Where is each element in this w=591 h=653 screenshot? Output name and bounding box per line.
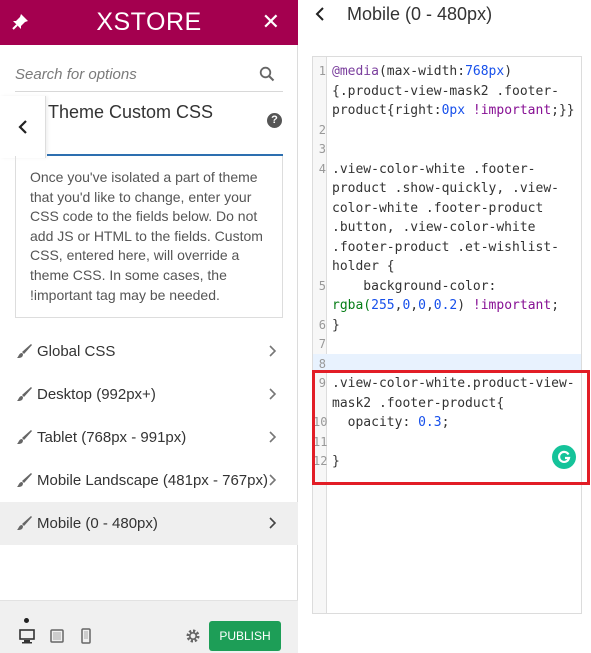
code-token: 768px	[465, 64, 505, 79]
back-button[interactable]	[0, 96, 46, 158]
nav-item-label: Tablet (768px - 991px)	[37, 429, 187, 446]
code-line: product{right:0px !important;}}	[332, 101, 575, 121]
mobile-preview-icon[interactable]	[78, 628, 94, 644]
chevron-right-icon	[269, 345, 277, 357]
code-line: @media(max-width:768px)	[332, 62, 512, 82]
nav-item-desktop[interactable]: Desktop (992px+)	[0, 373, 298, 416]
code-token: 255	[371, 298, 395, 313]
grammarly-icon[interactable]	[552, 445, 576, 469]
code-token: )	[457, 298, 473, 313]
code-line: color-white .footer-product	[332, 200, 544, 216]
publish-button[interactable]: PUBLISH	[209, 621, 281, 651]
code-token: 0px	[441, 103, 466, 118]
code-line: .button, .view-color-white	[332, 220, 536, 235]
code-token: ;	[551, 298, 560, 313]
line-number: 6	[318, 317, 326, 332]
help-icon[interactable]: ?	[267, 113, 282, 128]
gear-icon[interactable]	[185, 628, 201, 644]
chevron-right-icon	[269, 388, 277, 400]
code-token: rgba(	[332, 298, 372, 313]
tablet-preview-icon[interactable]	[49, 628, 65, 644]
section-title: Theme Custom CSS	[48, 102, 214, 122]
brand-logo: XSTORE	[96, 8, 202, 36]
code-line: .view-color-white .footer-	[332, 161, 536, 177]
code-token: ;}}	[551, 103, 575, 118]
nav-item-label: Mobile (0 - 480px)	[37, 515, 158, 532]
code-line: product .show-quickly, .view-	[332, 181, 559, 196]
code-line: .footer-product .et-wishlist-	[332, 239, 559, 255]
chevron-right-icon	[269, 474, 277, 486]
customizer-footer: PUBLISH	[0, 600, 298, 653]
annotation-highlight-box	[312, 370, 590, 485]
close-icon[interactable]: ✕	[262, 9, 280, 35]
code-line: background-color:	[332, 278, 497, 294]
chevron-right-icon	[269, 431, 277, 443]
brush-icon	[17, 387, 32, 401]
line-number: 3	[318, 142, 326, 156]
brush-icon	[17, 344, 32, 358]
chevron-left-icon	[17, 120, 27, 134]
code-token: product{right:	[332, 103, 442, 118]
search-box	[15, 56, 283, 92]
brand-header: XSTORE ✕	[0, 0, 298, 45]
line-number: 4	[318, 161, 326, 176]
line-number: 5	[318, 278, 326, 293]
nav-item-mobile-landscape[interactable]: Mobile Landscape (481px - 767px)	[0, 459, 298, 502]
nav-item-label: Desktop (992px+)	[37, 386, 156, 403]
active-device-indicator	[24, 618, 29, 623]
chevron-right-icon	[269, 517, 277, 529]
brush-icon	[17, 473, 32, 487]
section-description: Once you've isolated a part of theme tha…	[15, 156, 283, 318]
desktop-preview-icon[interactable]	[19, 628, 35, 644]
chevron-left-icon[interactable]	[313, 6, 327, 22]
css-breakpoint-nav: Global CSS Desktop (992px+) Tablet (768p…	[0, 330, 298, 545]
code-token: )	[504, 64, 513, 79]
css-code-editor[interactable]: 1 2 3 4 5 6 7 8 9 10 11 12 @media(max-wi…	[312, 56, 582, 614]
line-number: 1	[318, 64, 326, 78]
code-line: }	[332, 317, 340, 333]
code-token: !important	[472, 298, 552, 313]
code-token: 0	[418, 298, 426, 313]
code-token: (max-width:	[378, 64, 466, 79]
line-number: 7	[318, 337, 326, 351]
code-token: ,	[425, 298, 434, 313]
code-token: @media	[332, 64, 379, 79]
code-token: !important	[465, 103, 552, 118]
nav-item-label: Global CSS	[37, 343, 116, 360]
nav-item-label: Mobile Landscape (481px - 767px)	[37, 472, 268, 489]
code-token: 0.2	[433, 298, 458, 313]
brush-icon	[17, 516, 32, 530]
editor-header: Mobile (0 - 480px)	[298, 0, 591, 34]
editor-title: Mobile (0 - 480px)	[347, 4, 493, 24]
nav-item-global-css[interactable]: Global CSS	[0, 330, 298, 373]
line-number: 2	[318, 122, 326, 137]
customizer-sidebar: XSTORE ✕ Theme Custom CSS ? Once you've …	[0, 0, 298, 653]
code-line: rgba(255,0,0,0.2) !important;	[332, 296, 559, 316]
nav-item-tablet[interactable]: Tablet (768px - 991px)	[0, 416, 298, 459]
code-token: ,	[410, 298, 419, 313]
search-icon[interactable]	[259, 66, 275, 82]
nav-item-mobile[interactable]: Mobile (0 - 480px)	[0, 502, 298, 545]
code-line: holder {	[332, 259, 395, 274]
search-input[interactable]	[15, 60, 255, 88]
brush-icon	[17, 430, 32, 444]
code-line: {.product-view-mask2 .footer-	[332, 83, 559, 99]
